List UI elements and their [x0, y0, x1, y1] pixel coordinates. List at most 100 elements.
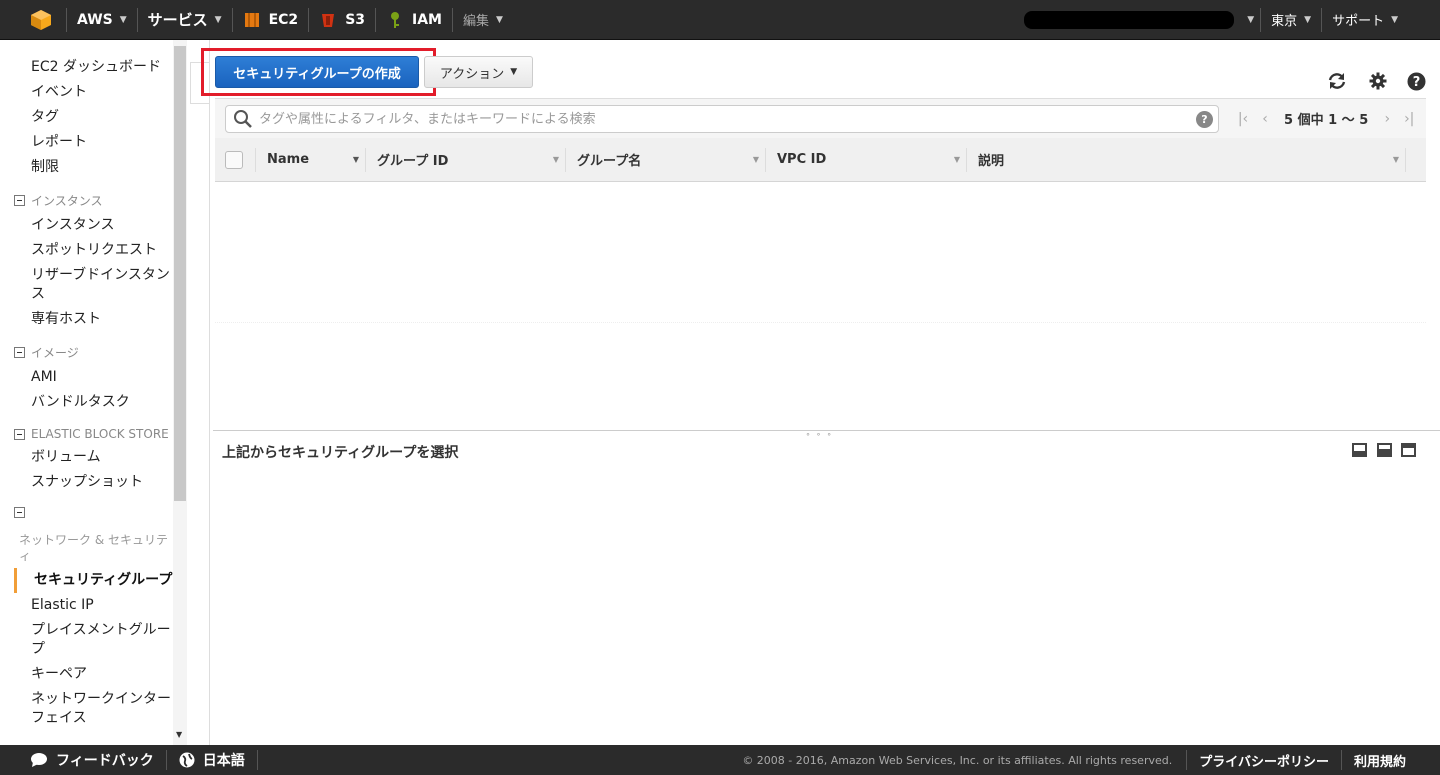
- region-menu-label: 東京: [1271, 14, 1298, 29]
- column-header-group-name[interactable]: グループ名 ▼: [565, 147, 765, 172]
- first-page-icon[interactable]: |‹: [1232, 111, 1254, 127]
- ec2-icon: [244, 12, 259, 27]
- column-header-name[interactable]: Name ▼: [255, 147, 365, 172]
- nav-item-placement-groups[interactable]: プレイスメントグループ: [0, 618, 173, 662]
- content-divider: [209, 40, 210, 745]
- chevron-down-icon: ▼: [1247, 14, 1255, 25]
- globe-icon: [179, 752, 195, 768]
- services-menu[interactable]: サービス ▼: [138, 0, 232, 40]
- nav-item-limits[interactable]: 制限: [0, 155, 173, 180]
- settings-button[interactable]: [1368, 71, 1388, 91]
- column-header-label: グループ ID: [377, 154, 449, 169]
- collapse-icon: [14, 507, 25, 518]
- nav-item-network-interfaces[interactable]: ネットワークインターフェイス: [0, 687, 173, 731]
- nav-item-security-groups[interactable]: セキュリティグループ: [14, 568, 173, 593]
- pane-layout-top-icon[interactable]: [1401, 443, 1416, 457]
- help-button[interactable]: ?: [1406, 71, 1426, 91]
- ec2-shortcut[interactable]: EC2: [233, 0, 309, 40]
- nav-item-bundle-tasks[interactable]: バンドルタスク: [0, 390, 173, 415]
- search-box[interactable]: ?: [225, 105, 1219, 133]
- region-menu[interactable]: 東京 ▼: [1261, 0, 1321, 40]
- select-all-checkbox[interactable]: [225, 150, 243, 169]
- chevron-down-icon: ▼: [496, 14, 503, 25]
- column-header-description[interactable]: 説明 ▼: [966, 147, 1406, 172]
- nav-item-dedicated-hosts[interactable]: 専有ホスト: [0, 307, 173, 332]
- nav-item-snapshots[interactable]: スナップショット: [0, 470, 173, 495]
- nav-section-network-security-title: ネットワーク & セキュリティ: [19, 533, 168, 563]
- s3-shortcut[interactable]: S3: [309, 0, 375, 40]
- pagination: |‹ ‹ 5 個中 1 〜 5 › ›|: [1232, 109, 1420, 129]
- feedback-button[interactable]: フィードバック: [0, 745, 166, 775]
- feedback-label: フィードバック: [56, 753, 154, 769]
- chevron-down-icon: ▼: [1304, 14, 1312, 25]
- nav-item-key-pairs[interactable]: キーペア: [0, 662, 173, 687]
- last-page-icon[interactable]: ›|: [1398, 111, 1420, 127]
- actions-dropdown-button[interactable]: アクション ▼: [424, 56, 533, 88]
- previous-page-icon[interactable]: ‹: [1254, 111, 1276, 127]
- nav-section-title: イメージ: [31, 346, 79, 360]
- language-selector[interactable]: 日本語: [167, 745, 257, 775]
- search-input[interactable]: [255, 107, 1196, 131]
- sort-caret-icon: ▼: [953, 155, 960, 164]
- s3-icon: [322, 13, 335, 27]
- column-header-label: VPC ID: [777, 152, 827, 167]
- refresh-icon: [1328, 73, 1346, 89]
- copyright-text: © 2008 - 2016, Amazon Web Services, Inc.…: [742, 753, 1173, 767]
- account-name-redacted: [1024, 10, 1235, 29]
- nav-item-instances[interactable]: インスタンス: [0, 213, 173, 238]
- nav-item-reserved-instances[interactable]: リザーブドインスタンス: [0, 263, 173, 307]
- s3-shortcut-label: S3: [345, 11, 366, 28]
- nav-scrollbar[interactable]: ▼: [173, 40, 187, 745]
- left-navigation: EC2 ダッシュボード イベント タグ レポート 制限 インスタンス インスタン…: [0, 40, 187, 745]
- chevron-down-icon: ▼: [214, 14, 222, 25]
- column-header-vpc-id[interactable]: VPC ID ▼: [765, 147, 966, 172]
- actions-button-label: アクション: [439, 66, 505, 82]
- terms-of-use-link[interactable]: 利用規約: [1342, 745, 1440, 775]
- nav-item-events[interactable]: イベント: [0, 80, 173, 105]
- details-pane-splitter[interactable]: [213, 430, 1440, 431]
- pagination-text: 5 個中 1 〜 5: [1284, 113, 1369, 128]
- filter-bar: ? |‹ ‹ 5 個中 1 〜 5 › ›|: [215, 98, 1426, 138]
- support-menu[interactable]: サポート ▼: [1322, 0, 1440, 40]
- nav-section-title: インスタンス: [31, 194, 103, 208]
- support-menu-label: サポート: [1332, 14, 1385, 29]
- nav-section-images[interactable]: イメージ: [0, 340, 173, 365]
- help-icon: ?: [1407, 72, 1425, 90]
- search-icon: [234, 110, 252, 128]
- nav-item-ec2-dashboard[interactable]: EC2 ダッシュボード: [0, 55, 173, 80]
- search-help-icon[interactable]: ?: [1196, 110, 1213, 128]
- edit-menu[interactable]: 編集 ▼: [453, 0, 513, 40]
- nav-item-elastic-ip[interactable]: Elastic IP: [0, 593, 173, 618]
- iam-shortcut-label: IAM: [412, 11, 442, 28]
- pane-layout-bottom-icon[interactable]: [1352, 443, 1367, 457]
- nav-section-network-security-toggle[interactable]: [0, 503, 173, 522]
- nav-item-volumes[interactable]: ボリューム: [0, 445, 173, 470]
- scroll-down-arrow-icon[interactable]: ▼: [176, 730, 182, 739]
- sort-caret-icon: ▼: [1392, 155, 1399, 164]
- gear-icon: [1369, 72, 1387, 90]
- details-pane-title: 上記からセキュリティグループを選択: [222, 445, 459, 461]
- aws-logo-button[interactable]: [0, 0, 66, 40]
- table-header: Name ▼ グループ ID ▼ グループ名 ▼ VPC ID ▼ 説明 ▼: [215, 138, 1426, 182]
- nav-item-reports[interactable]: レポート: [0, 130, 173, 155]
- services-menu-label: サービス: [147, 11, 208, 29]
- nav-item-spot-requests[interactable]: スポットリクエスト: [0, 238, 173, 263]
- aws-menu[interactable]: AWS ▼: [67, 0, 137, 40]
- column-header-group-id[interactable]: グループ ID ▼: [365, 147, 565, 172]
- pane-layout-split-icon[interactable]: [1377, 443, 1392, 457]
- splitter-grip-icon[interactable]: ° ° °: [806, 432, 833, 441]
- account-menu[interactable]: ▼: [1014, 0, 1260, 40]
- privacy-policy-link[interactable]: プライバシーポリシー: [1187, 745, 1341, 775]
- nav-section-ebs[interactable]: ELASTIC BLOCK STORE: [0, 423, 173, 445]
- iam-shortcut[interactable]: IAM: [376, 0, 452, 40]
- collapse-icon: [14, 195, 25, 206]
- language-label: 日本語: [202, 753, 245, 769]
- nav-item-tags[interactable]: タグ: [0, 105, 173, 130]
- nav-scrollbar-thumb[interactable]: [174, 46, 186, 501]
- nav-section-instances[interactable]: インスタンス: [0, 188, 173, 213]
- refresh-button[interactable]: [1327, 71, 1347, 91]
- iam-key-icon: [391, 11, 400, 28]
- nav-item-ami[interactable]: AMI: [0, 365, 173, 390]
- column-header-label: Name: [267, 152, 310, 167]
- next-page-icon[interactable]: ›: [1376, 111, 1398, 127]
